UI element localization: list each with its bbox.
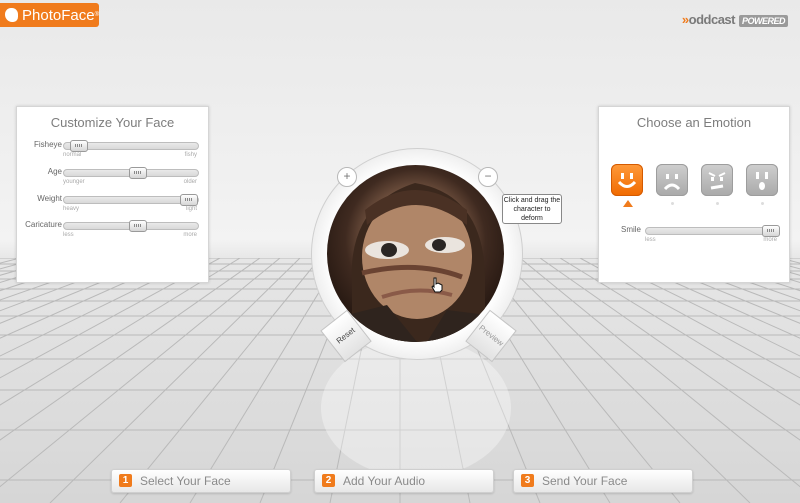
- slider-min-label: less: [63, 232, 74, 238]
- step-send-face-button[interactable]: 3 Send Your Face: [513, 469, 693, 493]
- emotion-dot: [761, 202, 764, 205]
- slider-min-label: younger: [63, 179, 85, 185]
- step-label: Add Your Audio: [343, 474, 426, 488]
- reset-label: Reset: [334, 325, 357, 346]
- zoom-out-button[interactable]: −: [478, 167, 498, 187]
- fisheye-slider-row: Fisheye normal fishy: [17, 140, 208, 168]
- oddcast-logo[interactable]: »oddcast POWERED: [682, 12, 788, 27]
- slider-min-label: normal: [63, 152, 82, 158]
- slider-max-label: older: [183, 179, 197, 185]
- deform-tooltip: Click and drag the character to deform: [502, 194, 562, 224]
- zoom-in-icon: +: [343, 169, 351, 183]
- hand-cursor-icon: [431, 277, 443, 293]
- oddcast-prefix: »: [681, 12, 689, 27]
- slider-label: Smile: [621, 225, 642, 234]
- slider-thumb[interactable]: [128, 220, 147, 232]
- emotion-panel: Choose an Emotion Smile less more: [598, 106, 790, 283]
- selected-emotion-indicator: [623, 200, 633, 207]
- slider-max-label: fishy: [184, 152, 197, 158]
- slider-thumb[interactable]: [762, 225, 780, 237]
- slider-thumb[interactable]: [69, 140, 88, 152]
- step-number: 3: [521, 474, 534, 487]
- zoom-out-icon: −: [484, 169, 492, 183]
- slider-thumb[interactable]: [128, 167, 147, 179]
- angry-face-icon: [708, 172, 726, 190]
- face-photo[interactable]: [327, 165, 504, 342]
- emotion-dot: [716, 202, 719, 205]
- step-number: 2: [322, 474, 335, 487]
- caricature-slider[interactable]: [63, 220, 199, 232]
- age-slider[interactable]: [63, 167, 199, 179]
- emotion-angry-button[interactable]: [701, 164, 733, 196]
- brand-mark: ®: [94, 12, 99, 18]
- customize-title: Customize Your Face: [50, 115, 175, 130]
- powered-badge: POWERED: [738, 15, 788, 27]
- age-slider-row: Age younger older: [17, 167, 208, 195]
- emotion-surprised-button[interactable]: [746, 164, 778, 196]
- emotion-title: Choose an Emotion: [636, 115, 752, 130]
- slider-label: Fisheye: [33, 140, 62, 149]
- face-image: [347, 183, 487, 342]
- step-add-audio-button[interactable]: 2 Add Your Audio: [314, 469, 494, 493]
- oddcast-name: oddcast: [688, 12, 736, 27]
- sad-face-icon: [663, 174, 681, 191]
- emotion-sad-button[interactable]: [656, 164, 688, 196]
- slider-max-label: light: [185, 206, 197, 212]
- slider-label: Age: [47, 167, 62, 176]
- fisheye-slider[interactable]: [63, 140, 199, 152]
- smile-slider-row: Smile less more: [599, 225, 789, 253]
- step-label: Select Your Face: [140, 474, 231, 488]
- tooltip-text: Click and drag the character to deform: [503, 197, 561, 222]
- emotion-happy-button[interactable]: [611, 164, 643, 196]
- step-select-face-button[interactable]: 1 Select Your Face: [111, 469, 291, 493]
- smile-slider[interactable]: [645, 225, 780, 237]
- weight-slider-row: Weight heavy light: [17, 194, 208, 222]
- step-label: Send Your Face: [542, 474, 628, 488]
- photoface-logo[interactable]: PhotoFace ®: [0, 3, 99, 27]
- slider-label: Weight: [37, 194, 62, 203]
- slider-max-label: more: [763, 237, 777, 243]
- preview-label: Preview: [477, 323, 506, 348]
- weight-slider[interactable]: [63, 194, 199, 206]
- happy-face-icon: [617, 173, 637, 188]
- head-silhouette-icon: [5, 8, 19, 22]
- slider-label: Caricature: [25, 220, 62, 229]
- surprised-face-icon: [756, 172, 768, 190]
- slider-min-label: heavy: [63, 206, 80, 212]
- customize-face-panel: Customize Your Face Fisheye normal fishy…: [16, 106, 209, 283]
- caricature-slider-row: Caricature less more: [17, 220, 208, 248]
- brand-name: PhotoFace: [22, 6, 95, 24]
- slider-thumb[interactable]: [179, 194, 198, 206]
- step-number: 1: [119, 474, 132, 487]
- slider-max-label: more: [183, 232, 197, 238]
- zoom-in-button[interactable]: +: [337, 167, 357, 187]
- slider-min-label: less: [645, 237, 656, 243]
- emotion-dot: [671, 202, 674, 205]
